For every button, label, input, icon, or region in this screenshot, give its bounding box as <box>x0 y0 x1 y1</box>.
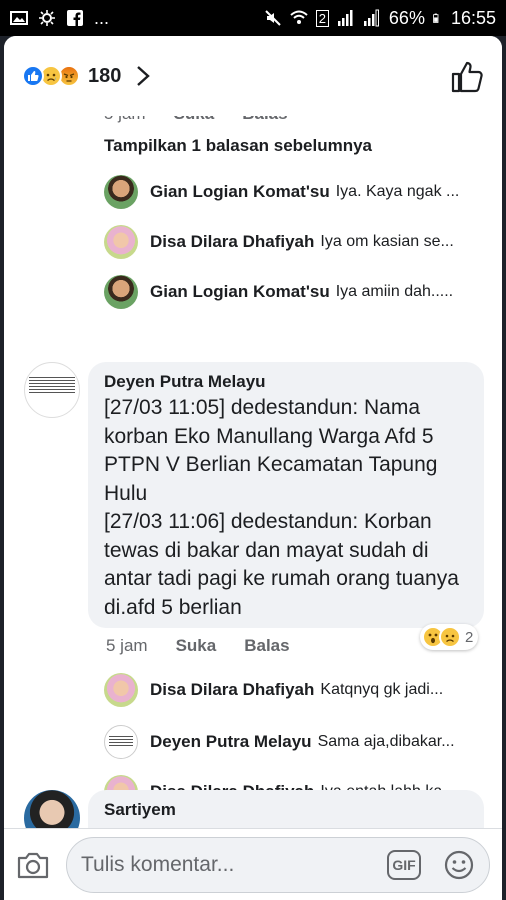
reply-item[interactable]: Disa Dilara Dhafiyah Iya om kasian se... <box>104 224 484 260</box>
like-link[interactable]: Suka <box>176 636 217 656</box>
sheet-header: 180 <box>4 36 502 116</box>
comment-time: 5 jam <box>106 636 148 655</box>
avatar[interactable] <box>104 673 138 707</box>
reply-text: Katqnyq gk jadi... <box>320 681 444 698</box>
chevron-right-icon[interactable] <box>135 65 151 87</box>
avatar[interactable] <box>104 275 138 309</box>
like-icon <box>22 65 44 87</box>
status-dots: ... <box>94 7 110 28</box>
reply-link[interactable]: Balas <box>242 116 287 124</box>
gif-button[interactable]: GIF <box>387 849 421 880</box>
sad-icon <box>439 626 461 648</box>
avatar[interactable] <box>104 725 138 759</box>
clock: 16:55 <box>450 7 496 28</box>
comment-list[interactable]: 5 jam Suka Balas Tampilkan 1 balasan seb… <box>4 116 502 828</box>
comment-body: [27/03 11:05] dedestandun: Nama korban E… <box>104 396 459 619</box>
comment-meta: 5 jam Suka Balas <box>106 636 290 656</box>
reply-text: Iya amiin dah..... <box>335 283 454 300</box>
reply-text: Iya. Kaya ngak ... <box>335 183 460 200</box>
mute-icon <box>264 10 281 26</box>
gallery-icon <box>10 11 28 25</box>
signal-icon <box>337 10 353 26</box>
comment-input-placeholder: Tulis komentar... <box>81 852 235 876</box>
camera-icon[interactable] <box>16 848 50 882</box>
reply-item[interactable]: Disa Dilara Dhafiyah Katqnyq gk jadi... <box>104 672 484 708</box>
reaction-count: 180 <box>88 64 122 87</box>
avatar[interactable] <box>24 362 80 418</box>
like-link[interactable]: Suka <box>174 116 215 124</box>
like-button[interactable] <box>450 60 484 94</box>
show-previous-replies-link[interactable]: Tampilkan 1 balasan sebelumnya <box>104 136 372 156</box>
reply-text: Iya om kasian se... <box>320 233 454 250</box>
comment-time: 5 jam <box>104 116 146 124</box>
reply-text: Sama aja,dibakar... <box>317 733 455 750</box>
reply-item[interactable]: Deyen Putra Melayu Sama aja,dibakar... <box>104 724 484 760</box>
comment-author[interactable]: Sartiyem <box>104 800 176 819</box>
reply-item[interactable]: Gian Logian Komat'su Iya. Kaya ngak ... <box>104 174 484 210</box>
comment-author[interactable]: Deyen Putra Melayu <box>104 372 468 392</box>
reply-link[interactable]: Balas <box>244 636 289 656</box>
signal-icon-2 <box>363 9 379 27</box>
sim-badge: 2 <box>315 9 329 27</box>
battery-level: 66% <box>388 7 425 28</box>
reaction-count: 2 <box>465 628 474 646</box>
avatar[interactable] <box>104 175 138 209</box>
battery-icon <box>433 13 439 23</box>
reply-author[interactable]: Disa Dilara Dhafiyah <box>150 232 314 252</box>
wifi-icon <box>290 10 308 24</box>
facebook-icon <box>67 10 83 26</box>
comment-reactions[interactable]: 2 <box>420 624 479 650</box>
reply-author[interactable]: Disa Dilara Dhafiyah <box>150 680 314 700</box>
reply-author[interactable]: Gian Logian Komat'su <box>150 282 330 302</box>
emoji-icon[interactable] <box>443 849 475 881</box>
status-bar: ... 2 66% 16:55 <box>0 0 506 36</box>
reply-author[interactable]: Deyen Putra Melayu <box>150 732 312 752</box>
reaction-summary[interactable]: 180 <box>22 65 151 88</box>
comment-input[interactable]: Tulis komentar... GIF <box>66 836 490 893</box>
previous-comment-meta: 5 jam Suka Balas <box>104 116 288 124</box>
comment-composer: Tulis komentar... GIF <box>4 828 502 900</box>
avatar[interactable] <box>104 225 138 259</box>
avatar[interactable] <box>24 790 80 828</box>
comment-bubble[interactable]: Deyen Putra Melayu [27/03 11:05] dedesta… <box>88 362 484 628</box>
reply-item[interactable]: Gian Logian Komat'su Iya amiin dah..... <box>104 274 484 310</box>
brightness-icon <box>39 10 55 26</box>
comment-bubble[interactable]: Sartiyem <box>88 790 484 828</box>
reply-author[interactable]: Gian Logian Komat'su <box>150 182 330 202</box>
comments-sheet: 180 5 jam Suka Balas Tampilkan 1 balasan… <box>4 36 502 900</box>
